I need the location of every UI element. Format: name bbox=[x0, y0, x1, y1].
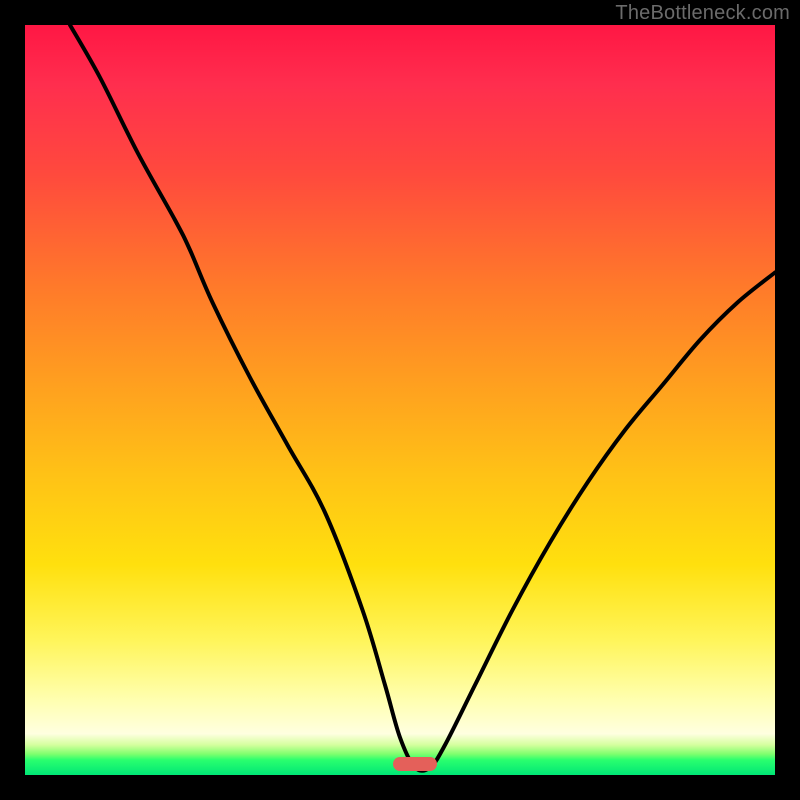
watermark-text: TheBottleneck.com bbox=[615, 2, 790, 25]
chart-frame: TheBottleneck.com bbox=[0, 0, 800, 800]
plot-area bbox=[25, 25, 775, 775]
bottleneck-curve bbox=[25, 25, 775, 775]
optimal-marker bbox=[393, 757, 437, 771]
